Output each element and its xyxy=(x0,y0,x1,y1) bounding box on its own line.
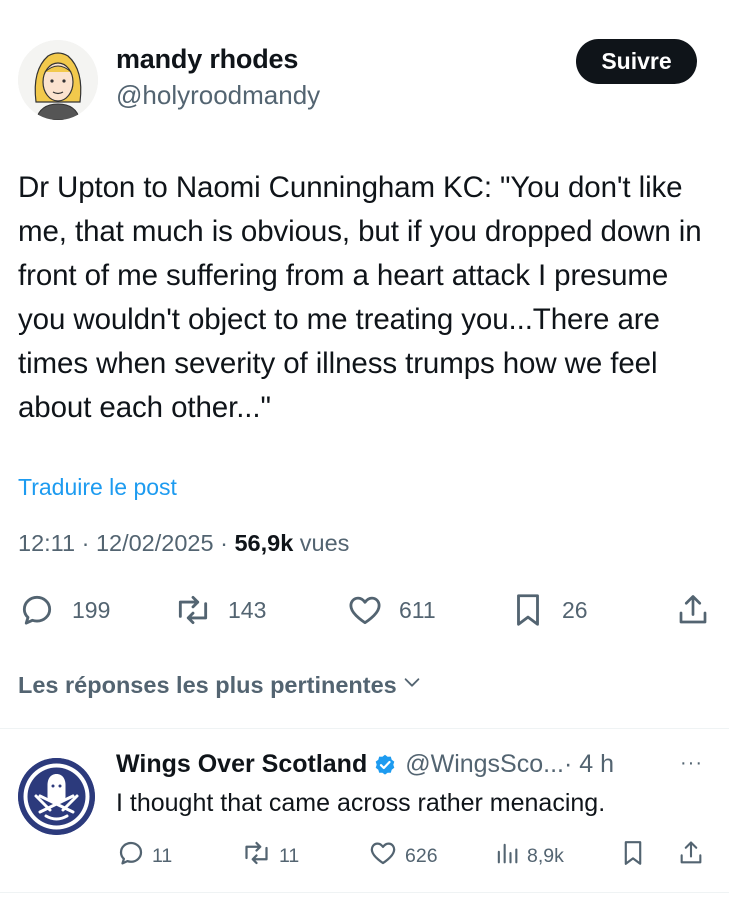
tweet-timestamp[interactable]: 12:11 · 12/02/2025 · xyxy=(18,530,234,556)
reply-like-count: 626 xyxy=(405,844,438,867)
reply-like-button[interactable]: 626 xyxy=(367,838,438,874)
reply-time[interactable]: · 4 h xyxy=(564,750,614,779)
tweet-text: Dr Upton to Naomi Cunningham KC: "You do… xyxy=(18,171,702,424)
author-avatar[interactable] xyxy=(18,40,98,120)
share-icon xyxy=(677,838,705,874)
reply-reply-count: 11 xyxy=(152,844,173,867)
translate-link[interactable]: Traduire le post xyxy=(18,474,177,501)
reply-views-button[interactable]: 8,9k xyxy=(493,838,564,874)
bookmark-count: 26 xyxy=(562,596,588,623)
reply-icon xyxy=(116,838,146,874)
like-count: 611 xyxy=(399,596,436,623)
reply-share-button[interactable] xyxy=(677,838,705,874)
repost-icon xyxy=(172,591,214,629)
tweet-meta: 12:11 · 12/02/2025 · 56,9k vues xyxy=(18,530,349,557)
chevron-down-icon xyxy=(401,671,423,699)
repost-icon xyxy=(240,838,273,874)
bookmark-button[interactable]: 26 xyxy=(512,591,588,629)
reply-count: 199 xyxy=(72,596,111,623)
repost-button[interactable]: 143 xyxy=(172,591,266,629)
share-button[interactable] xyxy=(675,591,711,629)
views-chart-icon xyxy=(493,838,521,874)
reply-reply-button[interactable]: 11 xyxy=(116,838,172,874)
more-options-icon[interactable]: ··· xyxy=(680,752,703,775)
verified-badge-icon xyxy=(373,753,397,777)
reply-icon xyxy=(18,591,56,629)
reply-button[interactable]: 199 xyxy=(18,591,110,629)
reply-header: Wings Over Scotland @WingsSco... · 4 h xyxy=(116,750,614,779)
reply-author-name[interactable]: Wings Over Scotland xyxy=(116,750,367,779)
reply-bookmark-button[interactable] xyxy=(621,838,645,874)
reply-text: I thought that came across rather menaci… xyxy=(116,789,606,817)
repost-count: 143 xyxy=(228,596,267,623)
author-name[interactable]: mandy rhodes xyxy=(116,44,298,75)
avatar-illustration xyxy=(18,40,98,120)
divider xyxy=(0,728,729,729)
share-icon xyxy=(675,591,711,629)
reply-views-count: 8,9k xyxy=(527,844,564,867)
reply-author-avatar[interactable] xyxy=(18,758,95,835)
bookmark-icon xyxy=(512,591,544,629)
heart-icon xyxy=(345,591,385,629)
reply-repost-button[interactable]: 11 xyxy=(240,838,299,874)
reply-author-handle[interactable]: @WingsSco... xyxy=(405,750,564,779)
replies-sort-label: Les réponses les plus pertinentes xyxy=(18,671,397,698)
views-label: vues xyxy=(293,530,350,556)
replies-sort-dropdown[interactable]: Les réponses les plus pertinentes xyxy=(18,671,423,699)
like-button[interactable]: 611 xyxy=(345,591,436,629)
bookmark-icon xyxy=(621,838,645,874)
divider xyxy=(0,892,729,893)
reply-repost-count: 11 xyxy=(279,844,300,867)
wings-logo-icon xyxy=(18,758,95,835)
heart-icon xyxy=(367,838,399,874)
views-count: 56,9k xyxy=(234,530,294,556)
follow-button[interactable]: Suivre xyxy=(576,39,697,84)
author-handle[interactable]: @holyroodmandy xyxy=(116,80,320,111)
